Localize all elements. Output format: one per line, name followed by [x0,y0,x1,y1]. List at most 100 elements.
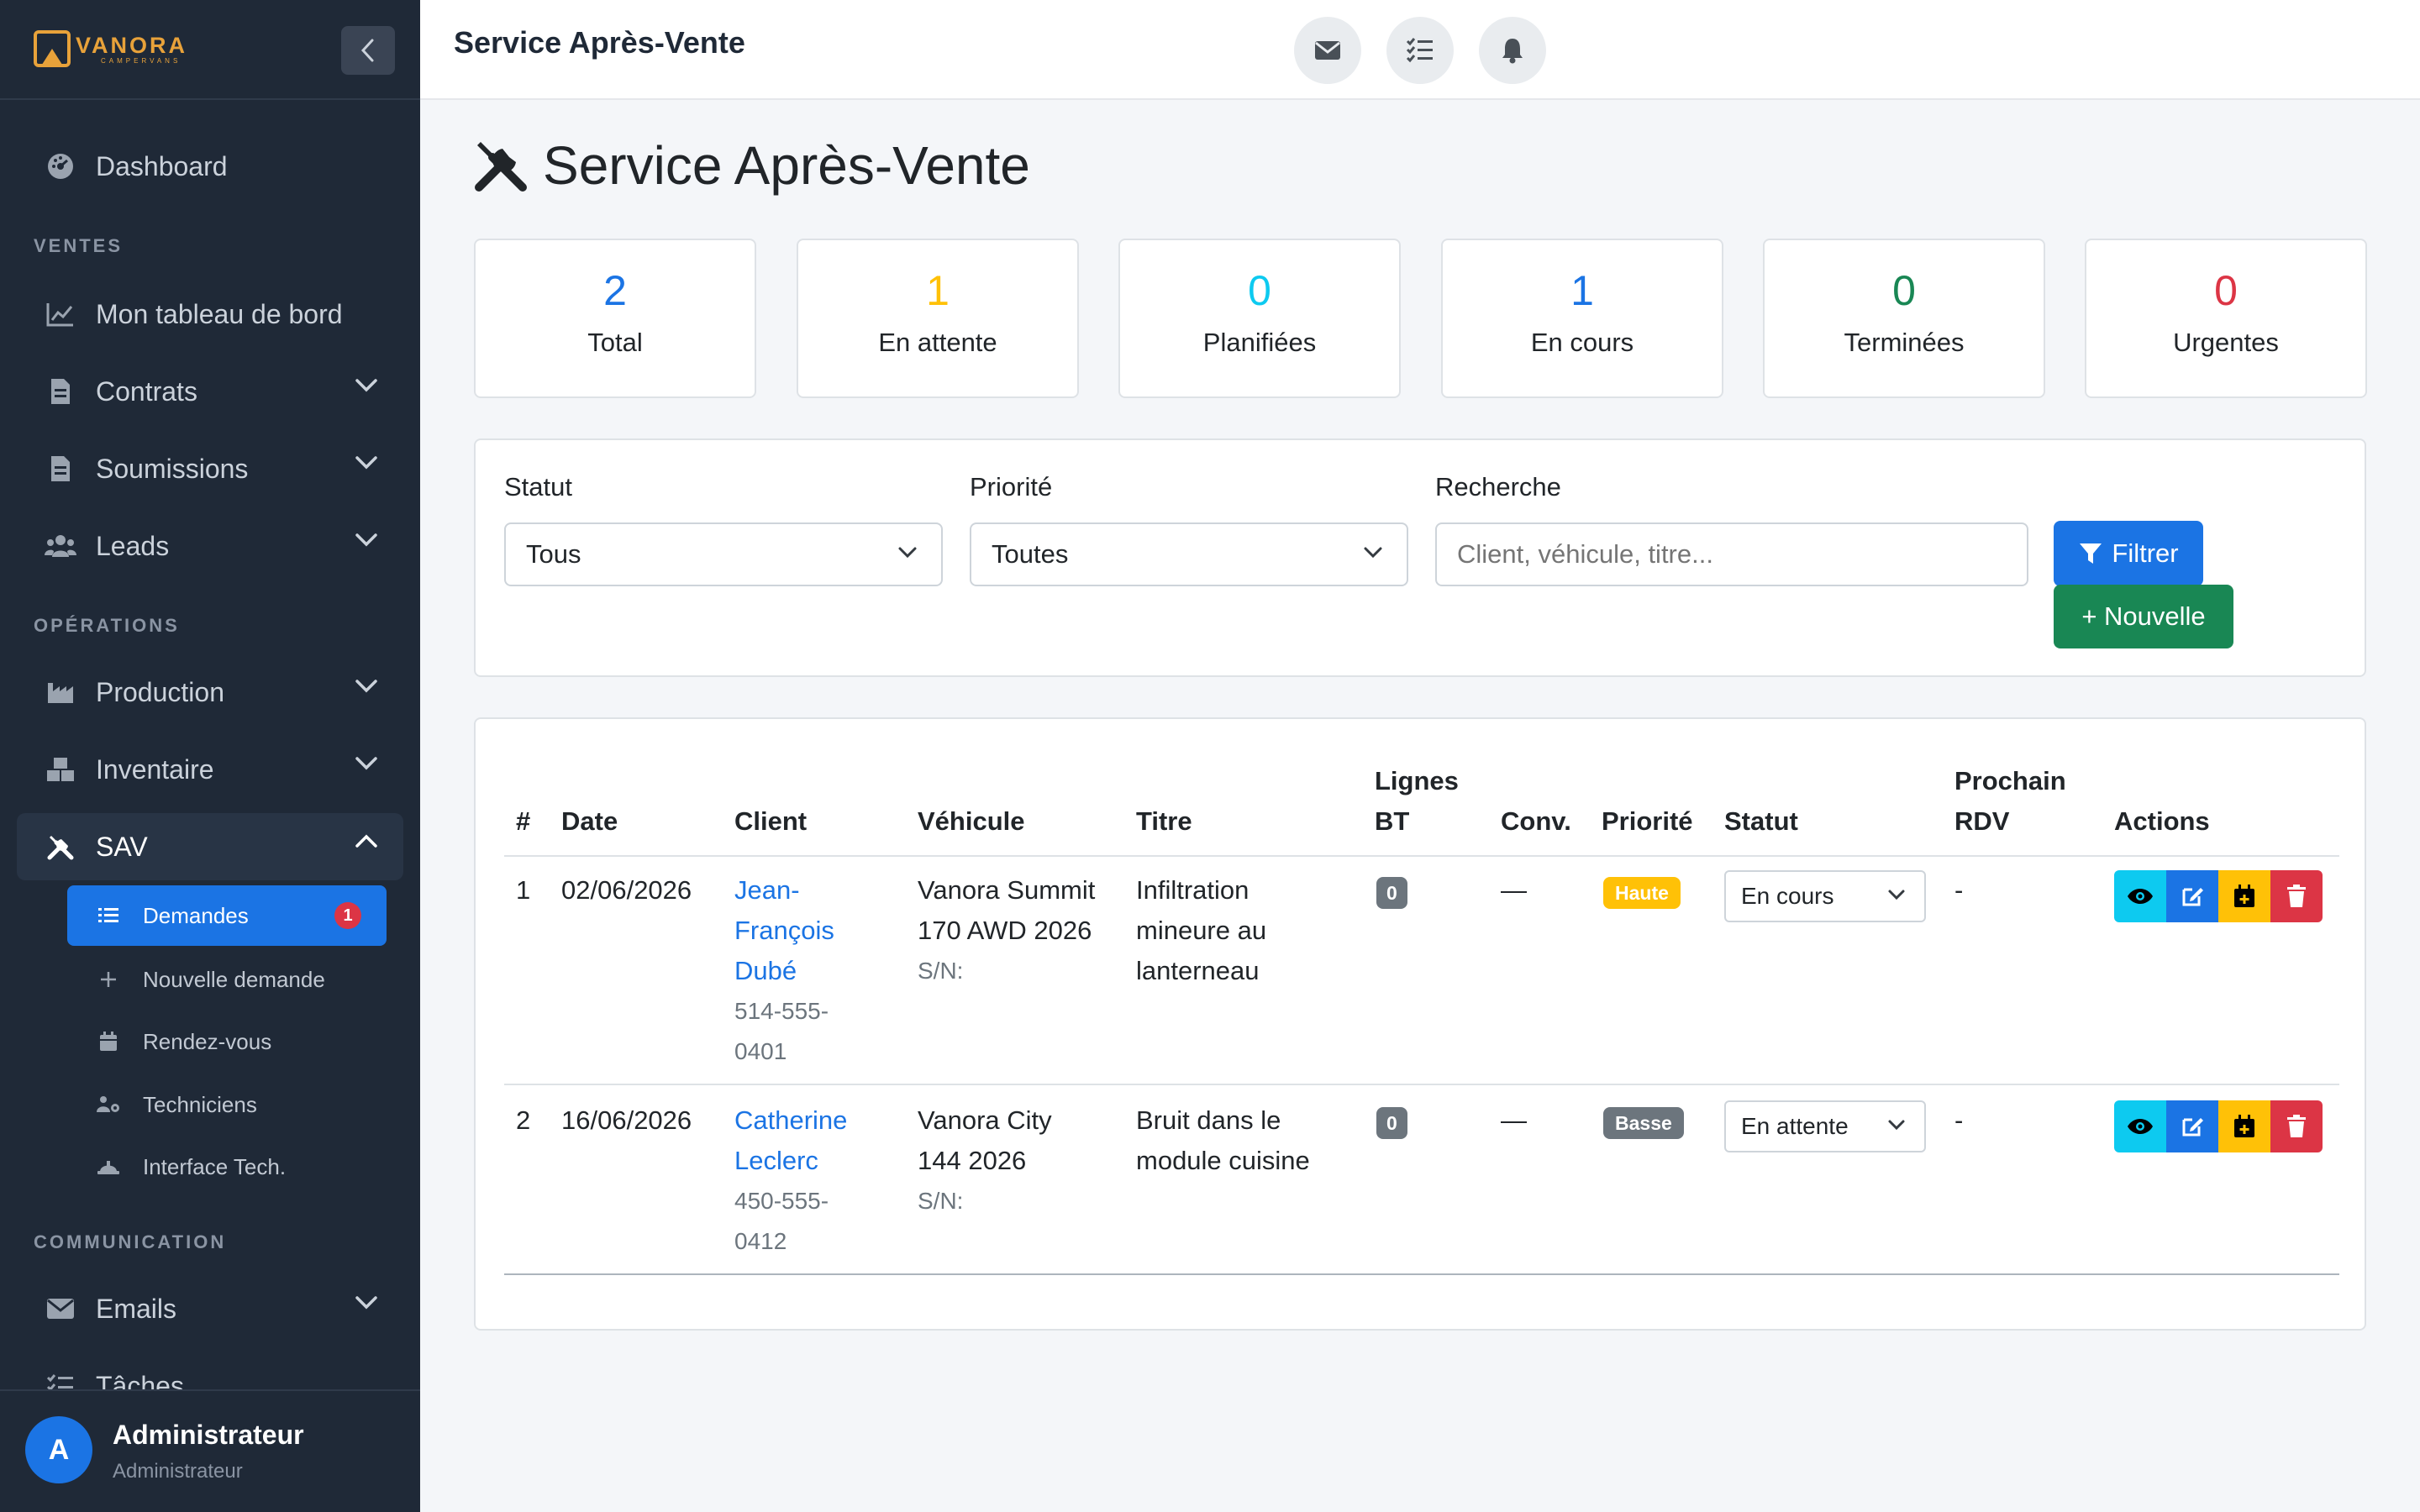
nav-sav-label: SAV [96,831,148,862]
nav-tableau-de-bord[interactable]: Mon tableau de bord [17,281,403,348]
row2-date: 16/06/2026 [561,1105,692,1135]
recherche-label: Recherche [1435,472,1561,501]
tasks-button[interactable] [1386,17,1454,84]
user-profile[interactable]: A Administrateur Administrateur [0,1389,420,1512]
tools-icon [475,142,527,192]
row1-status-value: En cours [1741,883,1834,909]
tasks-icon [1406,38,1433,63]
subnav-demandes[interactable]: Demandes 1 [67,885,387,946]
row2-priority-badge: Basse [1603,1107,1684,1139]
col-titre: Titre [1136,806,1192,836]
stat-terminees-label: Terminées [1844,328,1965,357]
plus-icon [96,971,121,988]
chevron-down-icon [355,456,377,470]
row2-schedule-button[interactable] [2218,1100,2270,1152]
row2-titre-2: module cuisine [1136,1146,1310,1175]
stat-encours-label: En cours [1530,328,1634,357]
chevron-down-icon [898,547,917,559]
row2-rdv: - [1954,1105,1964,1135]
row2-delete-button[interactable] [2270,1100,2323,1152]
nav-dashboard[interactable]: Dashboard [17,133,403,200]
nav-emails-label: Emails [96,1293,177,1324]
file-contract-icon [44,375,77,408]
filter-button[interactable]: Filtrer [2054,521,2203,586]
calendar-plus-icon [2234,885,2254,907]
chevron-up-icon [355,834,377,848]
nav-emails[interactable]: Emails [17,1275,403,1342]
trash-icon [2287,1115,2306,1137]
subnav-nouvelle-demande[interactable]: Nouvelle demande [67,949,387,1010]
subnav-rdv-label: Rendez-vous [143,1028,272,1054]
calendar-icon [96,1032,121,1052]
stat-total-value: 2 [603,267,627,314]
row2-view-button[interactable] [2114,1100,2166,1152]
subnav-interface-tech[interactable]: Interface Tech. [67,1137,387,1197]
row1-phone-1: 514-555- [734,998,829,1024]
avatar: A [25,1416,92,1483]
stat-attente-label: En attente [878,328,997,357]
nav-dashboard-label: Dashboard [96,150,228,181]
mountain-logo-icon [34,30,71,67]
chevron-down-icon [1364,547,1382,559]
nav-contrats[interactable]: Contrats [17,358,403,425]
row2-conv: — [1501,1105,1527,1135]
statut-filter-select[interactable]: Tous [504,522,943,586]
stat-attente-value: 1 [926,267,950,314]
row1-edit-button[interactable] [2166,870,2218,922]
filter-icon [2080,543,2102,564]
priorite-filter-label: Priorité [970,472,1053,501]
notifications-button[interactable] [1479,17,1546,84]
trash-icon [2287,885,2306,907]
gauge-icon [44,150,77,183]
row1-num: 1 [516,875,531,905]
row1-divider [504,1084,2339,1085]
page-title-text: Service Après-Vente [543,135,1030,196]
col-rdv-2: RDV [1954,806,2010,836]
row1-priority-badge: Haute [1603,877,1681,909]
nav-inventaire-label: Inventaire [96,753,214,785]
subnav-techniciens[interactable]: Techniciens [67,1074,387,1135]
collapse-sidebar-button[interactable] [341,26,395,75]
subnav-rendez-vous[interactable]: Rendez-vous [67,1011,387,1072]
row2-client-link-2[interactable]: Leclerc [734,1141,818,1181]
bell-icon [1502,39,1523,64]
row2-phone-2: 0412 [734,1228,787,1254]
new-request-button[interactable]: + Nouvelle [2054,585,2233,648]
nav-leads[interactable]: Leads [17,512,403,580]
row1-phone-2: 0401 [734,1038,787,1064]
chevron-down-icon [355,680,377,693]
row1-client-link-1[interactable]: Jean- [734,870,800,911]
row2-vehicule-2: 144 2026 [918,1146,1027,1175]
row2-status-select[interactable]: En attente [1724,1100,1926,1152]
header-divider [504,855,2339,857]
messages-button[interactable] [1294,17,1361,84]
sidebar: VANORA CAMPERVANS Dashboard VENTES Mon t… [0,0,420,1512]
row2-edit-button[interactable] [2166,1100,2218,1152]
row1-schedule-button[interactable] [2218,870,2270,922]
priorite-filter-select[interactable]: Toutes [970,522,1408,586]
col-lignes-2: BT [1375,806,1410,836]
row1-client-link-2[interactable]: François [734,911,834,951]
statut-filter-value: Tous [526,539,581,569]
row2-client-link-1[interactable]: Catherine [734,1100,847,1141]
requests-table: # Date Client Véhicule Titre Lignes BT C… [474,717,2366,1331]
row1-status-select[interactable]: En cours [1724,870,1926,922]
nav-sav[interactable]: SAV [17,813,403,880]
search-input[interactable] [1435,522,2028,586]
nav-inventaire[interactable]: Inventaire [17,736,403,803]
row1-client-link-3[interactable]: Dubé [734,951,797,991]
brand-logo[interactable]: VANORA CAMPERVANS [34,30,187,67]
page-title: Service Après-Vente [472,134,1030,197]
col-conv: Conv. [1501,806,1571,836]
section-ventes: VENTES [34,235,124,256]
row1-view-button[interactable] [2114,870,2166,922]
col-date: Date [561,806,618,836]
user-name: Administrateur [113,1420,304,1450]
nav-soumissions[interactable]: Soumissions [17,435,403,502]
row1-delete-button[interactable] [2270,870,2323,922]
row1-conv: — [1501,875,1527,905]
stat-card-planifiees: 0 Planifiées [1118,239,1401,398]
envelope-icon [1315,41,1340,60]
chart-line-icon [44,297,77,331]
nav-production[interactable]: Production [17,659,403,726]
